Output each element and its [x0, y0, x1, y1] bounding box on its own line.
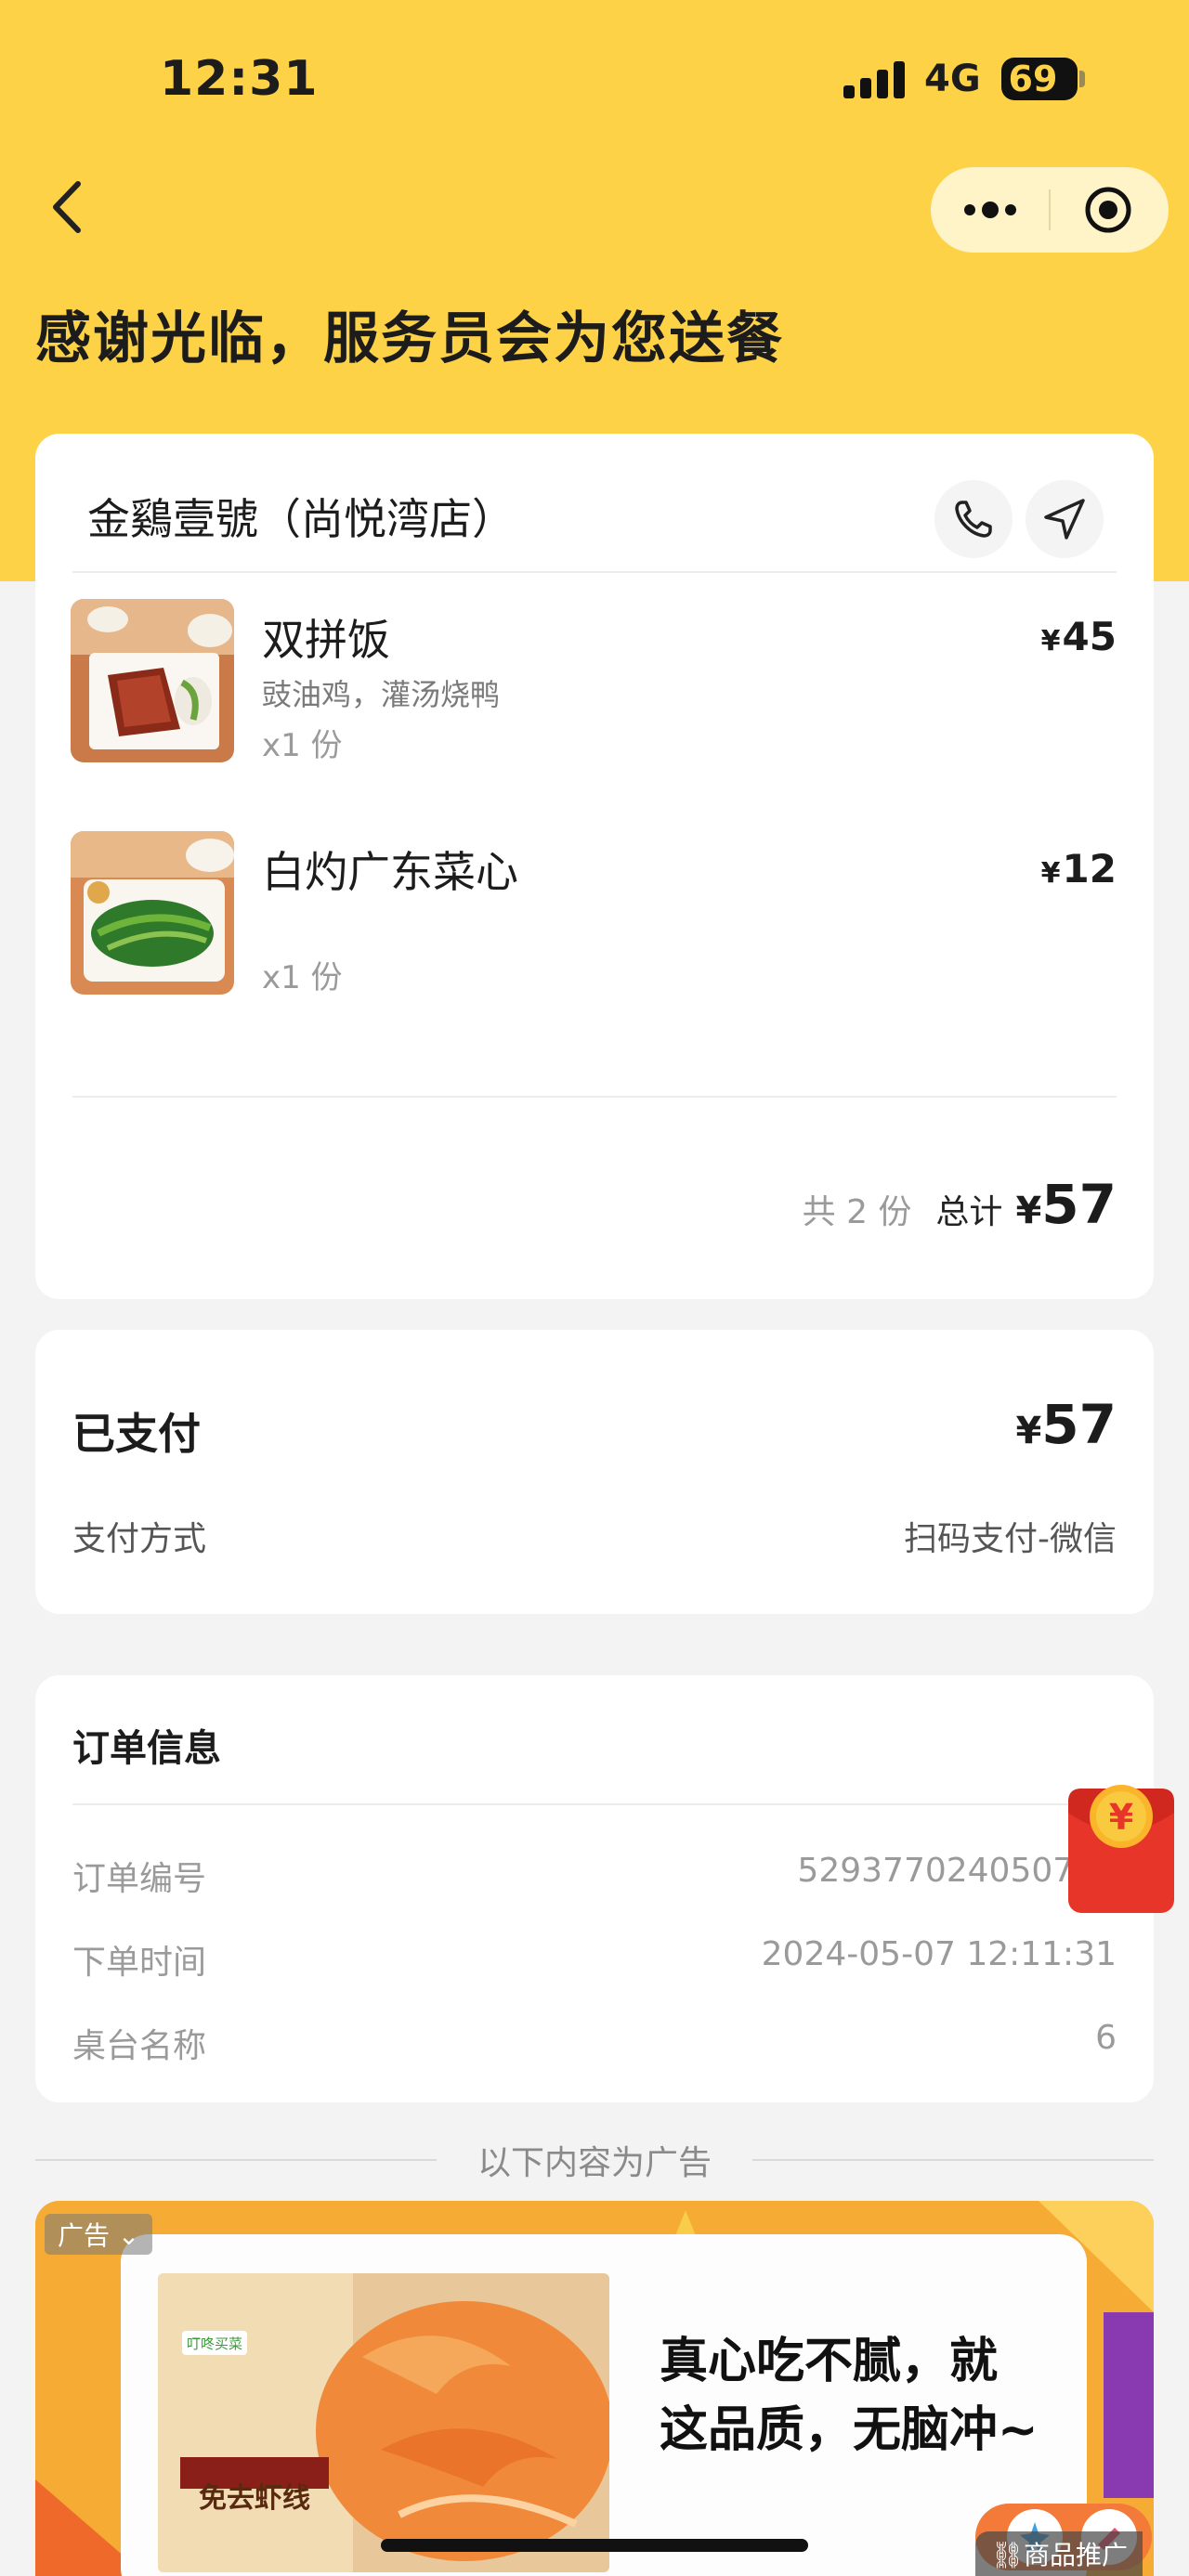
promo-tag: ⛓商品推广: [975, 2531, 1143, 2576]
item-price: ¥12: [1041, 846, 1117, 891]
back-icon: [53, 181, 81, 233]
order-card: 金鷄壹號（尚悦湾店） 双拼饭 豉油鸡，灌汤烧鸭 x1 份 ¥45 白灼广东菜心 …: [35, 434, 1154, 1299]
currency-symbol: ¥: [1015, 1410, 1042, 1452]
total-label: 总计: [935, 1193, 1003, 1231]
order-time-label: 下单时间: [72, 1944, 207, 1982]
ad-tag-text: 广告: [58, 2220, 111, 2251]
call-button[interactable]: [934, 480, 1013, 558]
divider: [72, 1803, 1117, 1805]
close-button[interactable]: [1051, 167, 1169, 253]
red-packet-button[interactable]: ¥: [1066, 1776, 1176, 1915]
item-name: 双拼饭: [262, 615, 390, 665]
chevron-down-icon: ⌄: [117, 2220, 140, 2251]
payment-method-value: 扫码支付-微信: [904, 1520, 1117, 1558]
phone-icon: [955, 501, 992, 538]
ad-headline: 真心吃不腻，就 这品质，无脑冲~: [660, 2327, 1039, 2465]
payment-card: 已支付 ¥57 支付方式 扫码支付-微信: [35, 1330, 1154, 1614]
order-info-card: 订单信息 订单编号 529377024050700 下单时间 2024-05-0…: [35, 1675, 1154, 2102]
ad-separator: 以下内容为广告: [35, 2136, 1154, 2182]
paid-amount: ¥57: [1015, 1393, 1117, 1456]
navigate-button[interactable]: [1026, 480, 1104, 558]
ad-tag[interactable]: 广告 ⌄: [45, 2214, 153, 2255]
currency-symbol: ¥: [1040, 625, 1061, 657]
item-qty: x1 份: [262, 959, 343, 996]
store-name[interactable]: 金鷄壹號（尚悦湾店）: [87, 486, 515, 547]
item-name: 白灼广东菜心: [262, 847, 518, 897]
signal-icon: [843, 61, 907, 98]
item-count: 共 2 份: [802, 1193, 912, 1231]
battery-icon: 69: [1001, 58, 1078, 100]
payment-status: 已支付: [72, 1409, 201, 1459]
divider: [72, 1096, 1117, 1098]
close-target-icon: [1085, 187, 1131, 233]
order-summary: 共 2 份总计 ¥57: [803, 1173, 1117, 1236]
currency-symbol: ¥: [1040, 857, 1061, 890]
order-item: 双拼饭 豉油鸡，灌汤烧鸭 x1 份 ¥45: [71, 599, 1117, 764]
order-info-title: 订单信息: [72, 1727, 221, 1770]
promo-tag-text: 商品推广: [1023, 2540, 1128, 2570]
link-icon: ⛓: [990, 2540, 1024, 2570]
battery-cap: [1079, 71, 1085, 87]
item-qty: x1 份: [262, 727, 343, 764]
dish-image-choy-sum: [71, 831, 234, 995]
network-type: 4G: [924, 58, 981, 100]
payment-method-label: 支付方式: [72, 1520, 207, 1558]
ad-separator-text: 以下内容为广告: [477, 2144, 712, 2182]
ad-product-title: 免去虾线: [199, 2482, 310, 2515]
page-title: 感谢光临，服务员会为您送餐: [35, 306, 784, 371]
total-amount: 57: [1041, 1173, 1117, 1236]
order-time-value: 2024-05-07 12:11:31: [761, 1935, 1117, 1973]
red-packet-icon: ¥: [1068, 1785, 1174, 1913]
item-desc: 豉油鸡，灌汤烧鸭: [262, 677, 501, 712]
ad-headline-line1: 真心吃不腻，就: [660, 2334, 999, 2389]
back-button[interactable]: [37, 175, 102, 240]
table-name-value: 6: [1095, 2019, 1117, 2057]
price-value: 45: [1062, 614, 1117, 659]
ad-brand-text: 叮咚买菜: [187, 2335, 242, 2352]
ad-product-image: 叮咚买菜 免去虾线: [158, 2273, 609, 2572]
paid-value: 57: [1041, 1393, 1117, 1456]
status-time: 12:31: [160, 51, 319, 107]
ad-panel: 叮咚买菜 免去虾线 真心吃不腻，就 这品质，无脑冲~: [121, 2234, 1152, 2576]
item-price: ¥45: [1041, 614, 1117, 659]
navigate-icon: [1044, 499, 1085, 540]
more-icon: [964, 202, 1016, 218]
ad-headline-line2: 这品质，无脑冲~: [660, 2402, 1039, 2458]
order-item: 白灼广东菜心 x1 份 ¥12: [71, 831, 1117, 996]
battery-level: 69: [1008, 59, 1058, 99]
home-indicator[interactable]: [381, 2539, 808, 2552]
divider: [72, 571, 1117, 573]
price-value: 12: [1062, 846, 1117, 891]
dish-image-roast-duck: [71, 599, 234, 762]
more-button[interactable]: [931, 167, 1049, 253]
currency-symbol: ¥: [1015, 1190, 1042, 1232]
ad-banner[interactable]: 叮咚买菜 免去虾线 真心吃不腻，就 这品质，无脑冲~ 广告 ⌄ ⛓商品推广: [35, 2201, 1154, 2576]
order-number-label: 订单编号: [72, 1860, 207, 1898]
mini-program-capsule: [931, 167, 1169, 253]
table-name-label: 桌台名称: [72, 2027, 207, 2065]
svg-text:¥: ¥: [1109, 1797, 1133, 1838]
